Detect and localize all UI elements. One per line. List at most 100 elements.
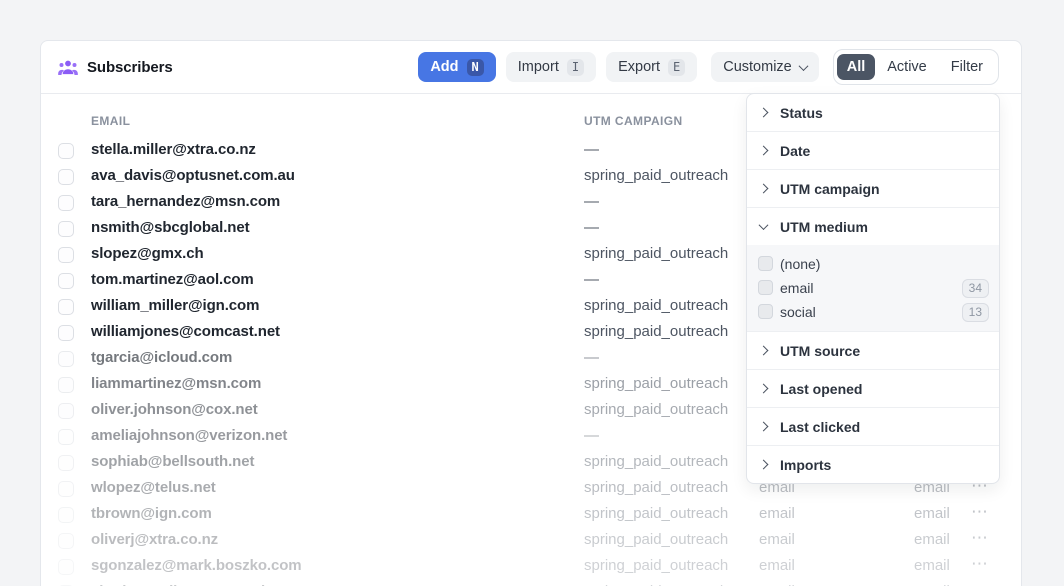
subscriber-email[interactable]: oliver.johnson@cox.net: [91, 401, 258, 418]
row-checkbox[interactable]: [58, 533, 74, 549]
utm-source-cell: email: [914, 557, 950, 574]
subscriber-email[interactable]: william_miller@ign.com: [91, 297, 259, 314]
chevron-icon: [759, 384, 769, 394]
filter-panel-item[interactable]: Last opened: [747, 370, 999, 407]
row-actions-button[interactable]: ⋯: [971, 502, 989, 522]
filter-option[interactable]: (none): [747, 252, 999, 276]
utm-campaign-cell: spring_paid_outreach: [584, 297, 728, 314]
chevron-icon: [759, 422, 769, 432]
row-checkbox[interactable]: [58, 351, 74, 367]
subscriber-email[interactable]: tbrown@ign.com: [91, 505, 212, 522]
filter-option-count-badge: 13: [962, 303, 989, 322]
filter-panel-item[interactable]: Status: [747, 94, 999, 131]
utm-campaign-cell: —: [584, 349, 599, 366]
row-checkbox[interactable]: [58, 143, 74, 159]
row-actions-button[interactable]: ⋯: [971, 554, 989, 574]
filter-panel-section: UTM medium (none) email 34 social 13: [747, 207, 999, 331]
filter-panel-item[interactable]: UTM campaign: [747, 170, 999, 207]
table-row: tbrown@ign.com spring_paid_outreach emai…: [41, 502, 1021, 528]
filter-panel: Status Date UTM campaign UTM medium (non…: [746, 93, 1000, 484]
title-wrap: Subscribers: [58, 59, 173, 76]
users-icon: [58, 59, 78, 76]
subscriber-email[interactable]: slopez@gmx.ch: [91, 245, 204, 262]
export-shortcut-key: E: [668, 59, 685, 76]
subscriber-email[interactable]: nsmith@sbcglobal.net: [91, 219, 249, 236]
view-segmented-control: All Active Filter: [833, 49, 999, 85]
export-button-label: Export: [618, 59, 660, 75]
export-button[interactable]: Export E: [606, 52, 697, 82]
utm-campaign-cell: —: [584, 193, 599, 210]
customize-button[interactable]: Customize: [711, 52, 819, 82]
segment-filter[interactable]: Filter: [939, 54, 995, 80]
subscriber-email[interactable]: sgonzalez@mark.boszko.com: [91, 557, 302, 574]
filter-panel-item[interactable]: UTM source: [747, 332, 999, 369]
row-checkbox[interactable]: [58, 507, 74, 523]
segment-all[interactable]: All: [837, 54, 876, 80]
row-checkbox[interactable]: [58, 429, 74, 445]
table-row: charlotte.wilson@gmx.ch spring_paid_outr…: [41, 580, 1021, 586]
chevron-icon: [759, 346, 769, 356]
filter-option-label: (none): [780, 256, 820, 272]
filter-panel-item[interactable]: UTM medium: [747, 208, 999, 245]
row-checkbox[interactable]: [58, 299, 74, 315]
filter-option[interactable]: social 13: [747, 300, 999, 324]
utm-campaign-cell: spring_paid_outreach: [584, 323, 728, 340]
segment-active[interactable]: Active: [875, 54, 939, 80]
filter-panel-section: UTM campaign: [747, 169, 999, 207]
subscriber-email[interactable]: wlopez@telus.net: [91, 479, 216, 496]
subscriber-email[interactable]: ameliajohnson@verizon.net: [91, 427, 287, 444]
subscriber-email[interactable]: tara_hernandez@msn.com: [91, 193, 280, 210]
row-checkbox[interactable]: [58, 273, 74, 289]
row-checkbox[interactable]: [58, 325, 74, 341]
filter-panel-section: UTM source: [747, 331, 999, 369]
row-checkbox[interactable]: [58, 169, 74, 185]
filter-panel-section: Last clicked: [747, 407, 999, 445]
filter-panel-item[interactable]: Date: [747, 132, 999, 169]
row-checkbox[interactable]: [58, 221, 74, 237]
import-shortcut-key: I: [567, 59, 584, 76]
filter-panel-item-label: Imports: [780, 457, 831, 473]
filter-option-checkbox[interactable]: [758, 304, 773, 319]
row-checkbox[interactable]: [58, 195, 74, 211]
filter-panel-item[interactable]: Last clicked: [747, 408, 999, 445]
add-shortcut-key: N: [467, 59, 484, 76]
utm-campaign-cell: —: [584, 219, 599, 236]
row-checkbox[interactable]: [58, 559, 74, 575]
utm-campaign-cell: —: [584, 141, 599, 158]
subscriber-email[interactable]: tom.martinez@aol.com: [91, 271, 254, 288]
filter-panel-item-label: UTM source: [780, 343, 860, 359]
row-checkbox[interactable]: [58, 377, 74, 393]
row-actions-button[interactable]: ⋯: [971, 528, 989, 548]
subscriber-email[interactable]: ava_davis@optusnet.com.au: [91, 167, 295, 184]
utm-campaign-cell: spring_paid_outreach: [584, 479, 728, 496]
chevron-down-icon: [798, 61, 808, 71]
filter-panel-item-label: Last clicked: [780, 419, 860, 435]
utm-source-cell: email: [914, 531, 950, 548]
row-checkbox[interactable]: [58, 403, 74, 419]
filter-panel-item-label: Date: [780, 143, 810, 159]
utm-medium-cell: email: [759, 505, 795, 522]
column-header-email: EMAIL: [91, 114, 130, 128]
subscriber-email[interactable]: williamjones@comcast.net: [91, 323, 280, 340]
row-checkbox[interactable]: [58, 247, 74, 263]
subscriber-email[interactable]: oliverj@xtra.co.nz: [91, 531, 218, 548]
subscriber-email[interactable]: sophiab@bellsouth.net: [91, 453, 254, 470]
row-checkbox[interactable]: [58, 455, 74, 471]
row-checkbox[interactable]: [58, 481, 74, 497]
import-button[interactable]: Import I: [506, 52, 596, 82]
filter-panel-item[interactable]: Imports: [747, 446, 999, 483]
chevron-icon: [759, 146, 769, 156]
filter-option-label: social: [780, 304, 816, 320]
subscriber-email[interactable]: liammartinez@msn.com: [91, 375, 261, 392]
utm-campaign-cell: —: [584, 271, 599, 288]
filter-option-checkbox[interactable]: [758, 256, 773, 271]
utm-campaign-cell: spring_paid_outreach: [584, 505, 728, 522]
subscriber-email[interactable]: stella.miller@xtra.co.nz: [91, 141, 256, 158]
row-actions-button[interactable]: ⋯: [971, 580, 989, 586]
utm-campaign-cell: spring_paid_outreach: [584, 245, 728, 262]
page-title: Subscribers: [87, 59, 173, 76]
subscriber-email[interactable]: tgarcia@icloud.com: [91, 349, 232, 366]
add-button[interactable]: Add N: [418, 52, 495, 82]
filter-option[interactable]: email 34: [747, 276, 999, 300]
filter-option-checkbox[interactable]: [758, 280, 773, 295]
